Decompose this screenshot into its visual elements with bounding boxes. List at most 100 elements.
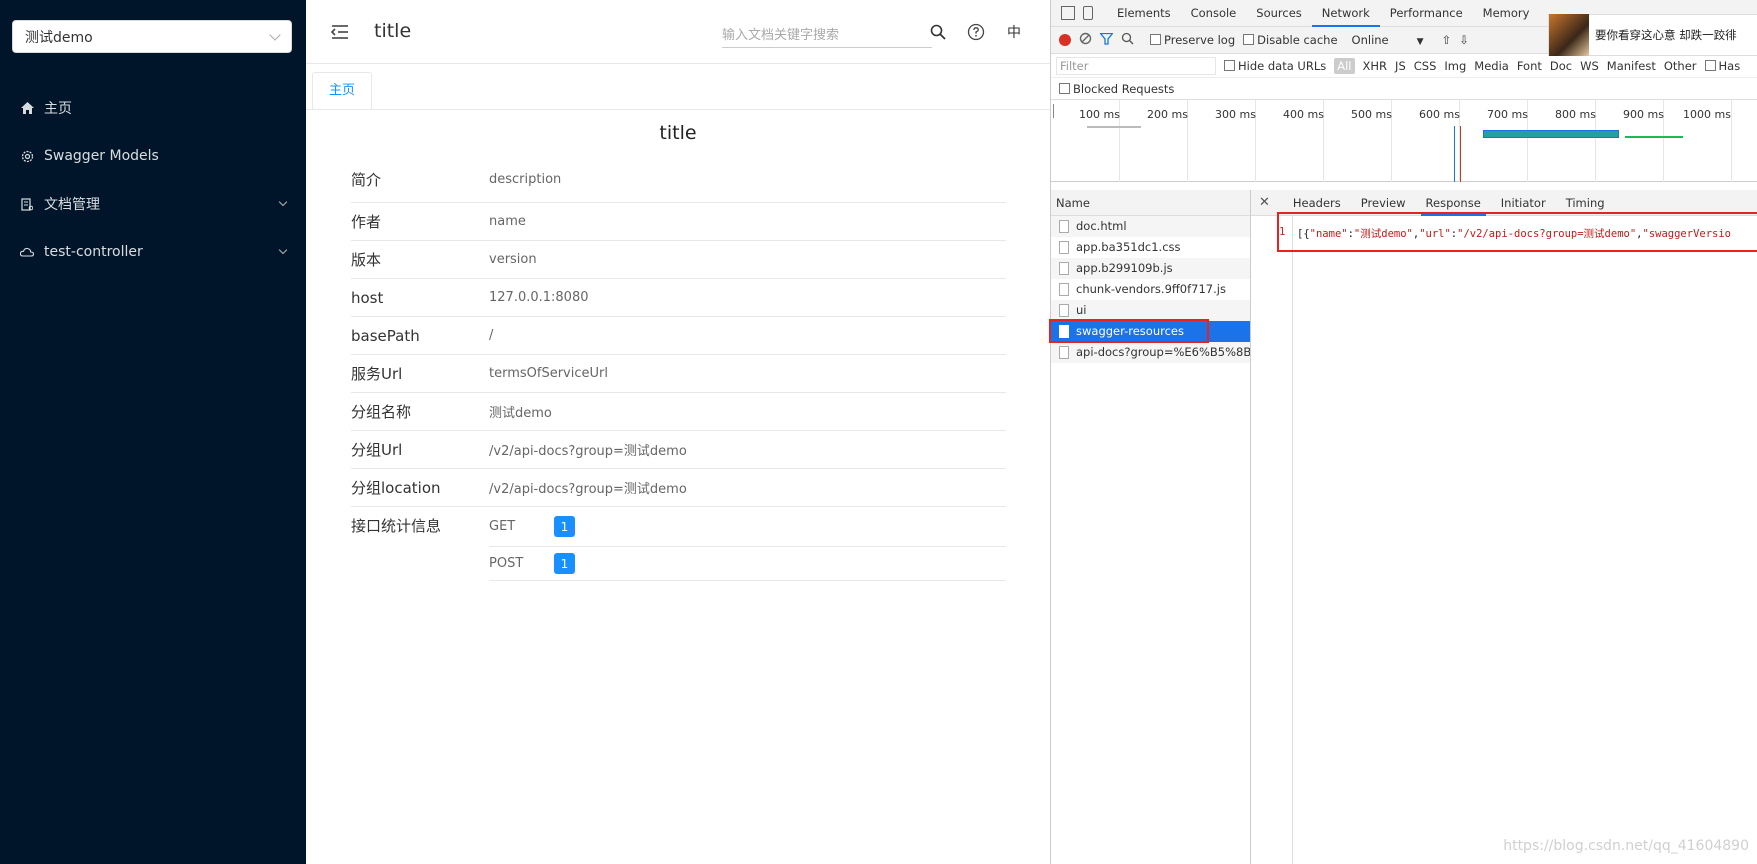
request-row[interactable]: app.ba351dc1.css (1051, 237, 1250, 258)
filter-icon[interactable] (1099, 32, 1114, 48)
chevron-down-icon (278, 197, 288, 207)
doc-title: title (659, 122, 697, 144)
checkbox-box (1150, 34, 1161, 45)
menu-fold-icon[interactable] (330, 24, 350, 44)
tab-divider (306, 109, 1050, 110)
blocked-requests-checkbox[interactable]: Blocked Requests (1051, 78, 1757, 100)
request-name: ui (1076, 303, 1087, 317)
filter-type-css[interactable]: CSS (1414, 59, 1437, 73)
info-table: 简介 description 作者 name 版本 version host 1… (351, 157, 1006, 581)
hide-data-urls-checkbox[interactable]: Hide data URLs (1224, 59, 1326, 73)
filter-type-ws[interactable]: WS (1580, 59, 1599, 73)
tab-network[interactable]: Network (1311, 0, 1380, 27)
search-input[interactable]: 输入文档关键字搜索 (722, 20, 932, 48)
record-icon[interactable] (1059, 34, 1071, 46)
count-badge: 1 (554, 553, 575, 574)
help-icon[interactable] (966, 22, 986, 42)
filter-type-manifest[interactable]: Manifest (1607, 59, 1656, 73)
upload-icon[interactable]: ⇧ (1442, 33, 1452, 47)
disable-cache-checkbox[interactable]: Disable cache (1243, 33, 1338, 47)
request-row[interactable]: doc.html (1051, 216, 1250, 237)
sidebar-item-doc-management[interactable]: 文档管理 (0, 180, 306, 228)
dropdown-arrow-icon: ▼ (1416, 37, 1424, 47)
timeline-bar (1053, 104, 1054, 118)
search-icon[interactable] (1121, 32, 1134, 48)
filter-type-other[interactable]: Other (1664, 59, 1697, 73)
info-value: /v2/api-docs?group=测试demo (489, 444, 687, 459)
group-select[interactable]: 测试demo (12, 20, 292, 53)
watermark: https://blog.csdn.net/qq_41604890 (1503, 838, 1749, 854)
sidebar-item-home[interactable]: 主页 (0, 84, 306, 132)
checkbox-label: Disable cache (1257, 33, 1338, 47)
cloud-icon (20, 245, 34, 259)
sidebar-item-label: 主页 (44, 101, 72, 117)
info-key: 分组location (351, 479, 441, 497)
search-icon[interactable] (928, 22, 948, 42)
timeline-tick-label: 900 ms (1623, 108, 1664, 121)
network-requests: Name doc.html app.ba351dc1.css app.b2991… (1049, 190, 1757, 864)
filter-type-font[interactable]: Font (1517, 59, 1542, 73)
close-icon[interactable]: ✕ (1259, 195, 1270, 210)
request-row[interactable]: app.b299109b.js (1051, 258, 1250, 279)
filter-type-doc[interactable]: Doc (1550, 59, 1572, 73)
language-switch[interactable]: 中 (1004, 22, 1024, 42)
timeline-tick-label: 100 ms (1079, 108, 1120, 121)
load-event-line (1460, 126, 1461, 182)
info-value: termsOfServiceUrl (489, 366, 608, 381)
response-body[interactable]: 1 [{"name":"测试demo","url":"/v2/api-docs?… (1251, 212, 1757, 864)
timeline-tick-label: 500 ms (1351, 108, 1392, 121)
timeline-tick-label: 300 ms (1215, 108, 1256, 121)
checkbox-label: Hide data URLs (1238, 58, 1327, 73)
http-method: GET (489, 519, 516, 534)
filter-type-xhr[interactable]: XHR (1363, 59, 1388, 73)
info-row: 作者 name (351, 203, 1006, 241)
download-icon[interactable]: ⇩ (1459, 33, 1469, 47)
info-key: basePath (351, 326, 420, 345)
devtools-panel: Elements Console Sources Network Perform… (1049, 0, 1757, 864)
clear-icon[interactable] (1079, 32, 1092, 48)
name-column-header[interactable]: Name (1051, 190, 1250, 216)
timeline-gridline (1731, 100, 1732, 182)
info-row: 服务Url termsOfServiceUrl (351, 355, 1006, 393)
tab-home[interactable]: 主页 (312, 72, 373, 110)
timeline-bar (1625, 136, 1683, 138)
ad-thumbnail (1549, 14, 1589, 56)
throttle-value: Online (1351, 33, 1389, 47)
request-row[interactable]: chunk-vendors.9ff0f717.js (1051, 279, 1250, 300)
request-row[interactable]: ui (1051, 300, 1250, 321)
sidebar-item-test-controller[interactable]: test-controller (0, 228, 306, 276)
sidebar: 测试demo 主页 Swagger Models 文档管理 test-contr… (0, 0, 306, 864)
info-value: name (489, 214, 526, 229)
checkbox-box (1704, 59, 1716, 71)
device-toggle-icon[interactable] (1083, 6, 1093, 20)
tab-console[interactable]: Console (1181, 0, 1247, 27)
count-badge: 1 (554, 516, 575, 537)
tab-elements[interactable]: Elements (1107, 0, 1181, 27)
throttle-select[interactable]: Online ▼ (1352, 33, 1424, 47)
file-icon (1059, 346, 1069, 359)
tab-performance[interactable]: Performance (1380, 0, 1473, 27)
ad-banner[interactable]: 要你看穿这心意 却跌一跤徘 (1548, 14, 1757, 56)
file-icon (1059, 220, 1069, 233)
tab-sources[interactable]: Sources (1246, 0, 1312, 27)
preserve-log-checkbox[interactable]: Preserve log (1150, 33, 1235, 47)
http-method: POST (489, 556, 524, 571)
timeline-tick-label: 1000 ms (1683, 108, 1731, 121)
filter-bar: Filter Hide data URLs All XHR JS CSS Img… (1051, 54, 1757, 78)
highlight-box (1277, 212, 1757, 252)
filter-type-img[interactable]: Img (1444, 59, 1466, 73)
sidebar-menu: 主页 Swagger Models 文档管理 test-controller (0, 84, 306, 276)
filter-type-all[interactable]: All (1334, 57, 1355, 74)
highlight-box (1049, 319, 1209, 343)
ad-text: 要你看穿这心意 却跌一跤徘 (1595, 28, 1737, 42)
filter-type-js[interactable]: JS (1395, 59, 1406, 73)
filter-input[interactable]: Filter (1056, 56, 1216, 75)
has-blocked-cookies-checkbox[interactable]: Has (1704, 59, 1740, 73)
request-row[interactable]: api-docs?group=%E6%B5%8B... (1051, 342, 1250, 363)
filter-type-media[interactable]: Media (1474, 59, 1509, 73)
inspect-icon[interactable] (1061, 6, 1075, 20)
network-overview[interactable]: 100 ms 200 ms 300 ms 400 ms 500 ms 600 m… (1051, 100, 1757, 182)
tab-memory[interactable]: Memory (1473, 0, 1540, 27)
sidebar-item-swagger-models[interactable]: Swagger Models (0, 132, 306, 180)
checkbox-label: Blocked Requests (1073, 81, 1175, 96)
